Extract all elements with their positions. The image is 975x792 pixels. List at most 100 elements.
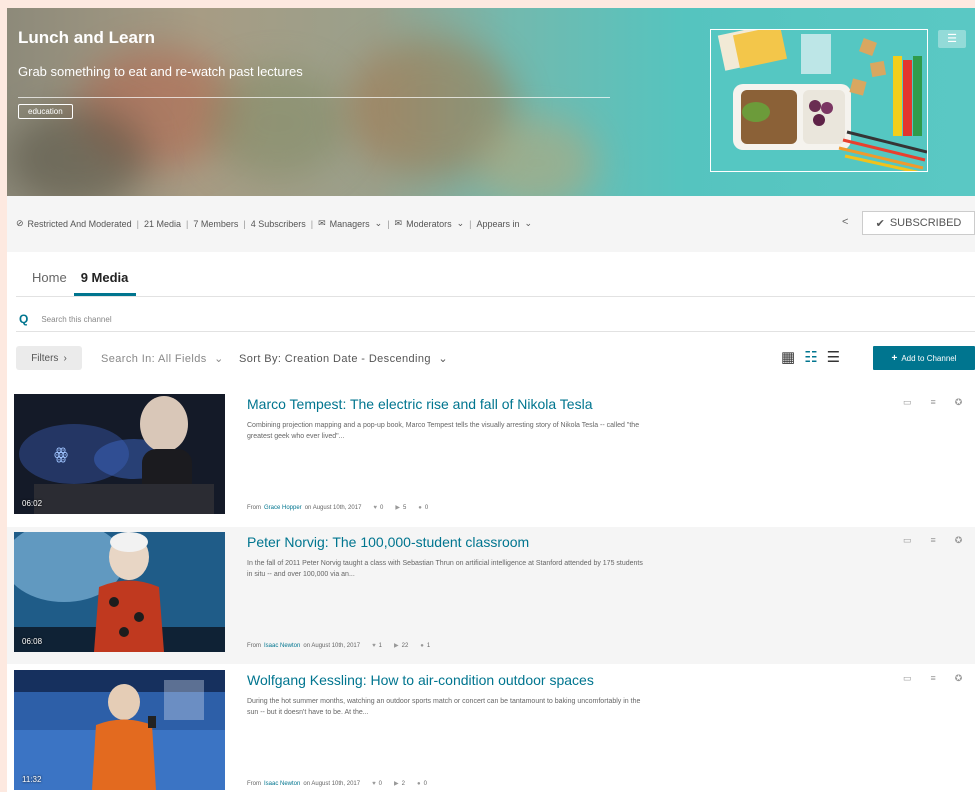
playlist-icon[interactable]: ≡ xyxy=(931,535,936,546)
comment-icon: ● xyxy=(420,642,424,649)
chevron-right-icon: › xyxy=(63,352,67,364)
entry-thumbnail[interactable]: 06:08 xyxy=(14,532,225,652)
from-label: From xyxy=(247,642,261,649)
search-in-label: Search In: All Fields xyxy=(101,353,207,365)
entry-description: Combining projection mapping and a pop-u… xyxy=(247,422,640,440)
grid-view-icon[interactable]: ▦ xyxy=(781,349,795,367)
remove-icon[interactable]: ✪ xyxy=(955,397,963,408)
add-to-channel-label: Add to Channel xyxy=(901,353,957,363)
entry-date: on August 10th, 2017 xyxy=(303,780,361,787)
plays-count: 22 xyxy=(401,642,409,649)
duration-badge: 11:32 xyxy=(22,775,42,784)
subscribe-label: SUBSCRIBED xyxy=(889,217,962,229)
image-icon[interactable]: ▭ xyxy=(903,397,912,408)
heart-icon: ♥ xyxy=(372,780,376,787)
image-icon[interactable]: ▭ xyxy=(903,673,912,684)
duration-badge: 06:02 xyxy=(22,499,43,508)
author-link[interactable]: Isaac Newton xyxy=(264,643,300,649)
comment-icon: ● xyxy=(416,780,421,787)
author-link[interactable]: Grace Hopper xyxy=(264,505,302,511)
separator: | xyxy=(387,218,390,229)
image-icon[interactable]: ▭ xyxy=(903,535,912,546)
entry-meta: From Isaac Newton on August 10th, 2017 ♥… xyxy=(247,780,427,788)
appears-in-dropdown[interactable]: Appears in xyxy=(477,219,520,229)
sort-by-dropdown[interactable]: Sort By: Creation Date - Descending ⌄ xyxy=(239,352,448,365)
playlist-icon[interactable]: ≡ xyxy=(931,397,936,408)
media-toolbar: Filters › Search In: All Fields ⌄ Sort B… xyxy=(16,346,975,372)
author-link[interactable]: Isaac Newton xyxy=(264,781,300,787)
detailed-list-icon[interactable]: ☷ xyxy=(804,349,817,367)
tab-media[interactable]: 9 Media xyxy=(81,270,129,285)
heart-icon: ♥ xyxy=(373,504,377,511)
channel-search[interactable]: Q Search this channel xyxy=(16,307,975,332)
check-icon: ✔ xyxy=(875,217,885,230)
comments-count: 0 xyxy=(424,504,429,511)
view-mode-switcher: ▦ ☷ ☰ xyxy=(781,349,840,367)
likes-count: 0 xyxy=(378,780,382,787)
add-to-channel-button[interactable]: + Add to Channel xyxy=(873,346,975,370)
media-entry: 11:32 Wolfgang Kessling: How to air-cond… xyxy=(7,665,975,792)
media-count: 21 Media xyxy=(143,218,181,229)
remove-icon[interactable]: ✪ xyxy=(955,535,963,546)
share-icon[interactable]: < xyxy=(842,216,848,228)
filters-label: Filters xyxy=(31,352,59,364)
entry-title[interactable]: Wolfgang Kessling: How to air-condition … xyxy=(247,672,594,688)
entry-meta: From Grace Hopper on August 10th, 2017 ♥… xyxy=(247,504,429,512)
entry-actions: ▭ ≡ ✪ xyxy=(903,397,962,408)
tab-home[interactable]: Home xyxy=(32,270,67,285)
channel-info-bar: ⊘ Restricted And Moderated | 21 Media | … xyxy=(7,196,975,252)
list-view-icon[interactable]: ☰ xyxy=(827,349,840,367)
remove-icon[interactable]: ✪ xyxy=(955,673,963,684)
members-count[interactable]: 7 Members xyxy=(193,219,238,229)
moderators-dropdown[interactable]: Moderators xyxy=(406,219,452,229)
entry-title[interactable]: Peter Norvig: The 100,000-student classr… xyxy=(247,534,529,550)
separator: | xyxy=(310,218,314,229)
channel-banner: Lunch and Learn Grab something to eat an… xyxy=(7,8,975,196)
entry-thumbnail[interactable]: ꙮ 06:02 xyxy=(14,394,225,514)
chevron-down-icon: ⌄ xyxy=(438,353,449,365)
entry-date: on August 10th, 2017 xyxy=(304,504,362,511)
likes-count: 1 xyxy=(378,642,382,649)
comment-icon: ● xyxy=(418,504,422,511)
plays-count: 5 xyxy=(402,504,407,511)
tabs-divider xyxy=(16,296,975,297)
search-input[interactable]: Search this channel xyxy=(41,315,111,324)
playlist-icon[interactable]: ≡ xyxy=(931,673,936,684)
restricted-label: Restricted And Moderated xyxy=(27,218,132,229)
chevron-down-icon: ⌄ xyxy=(214,353,224,365)
comments-count: 1 xyxy=(426,642,431,649)
channel-subtitle: Grab something to eat and re-watch past … xyxy=(18,64,303,79)
banner-menu-button[interactable]: ☰ xyxy=(938,30,966,48)
separator: | xyxy=(243,218,246,229)
play-icon: ▶ xyxy=(393,781,399,787)
channel-tag[interactable]: education xyxy=(18,104,73,119)
entry-date: on August 10th, 2017 xyxy=(303,642,361,649)
filters-button[interactable]: Filters › xyxy=(16,346,82,370)
media-entry: ꙮ 06:02 Marco Tempest: The electric rise… xyxy=(7,389,975,526)
duration-badge: 06:08 xyxy=(22,637,43,646)
heart-icon: ♥ xyxy=(372,642,376,649)
separator: | xyxy=(136,218,139,229)
channel-title: Lunch and Learn xyxy=(18,28,155,47)
sort-by-label: Sort By: Creation Date - Descending xyxy=(239,353,431,365)
list-icon: ☰ xyxy=(947,33,957,45)
managers-dropdown[interactable]: Managers xyxy=(330,219,370,229)
envelope-icon: ✉ xyxy=(394,218,403,228)
entry-thumbnail[interactable]: 11:32 xyxy=(14,670,225,790)
banner-divider xyxy=(18,97,610,98)
subscribe-button[interactable]: ✔ SUBSCRIBED xyxy=(862,211,975,235)
banner-blur xyxy=(207,68,347,178)
subscribers-count: 4 Subscribers xyxy=(250,218,306,229)
plus-icon: + xyxy=(891,352,898,364)
chevron-down-icon: ⌄ xyxy=(456,218,465,228)
comments-count: 0 xyxy=(423,780,427,787)
from-label: From xyxy=(247,780,261,787)
from-label: From xyxy=(247,504,261,511)
search-in-dropdown[interactable]: Search In: All Fields ⌄ xyxy=(101,352,224,365)
entry-actions: ▭ ≡ ✪ xyxy=(903,673,962,684)
separator: | xyxy=(469,218,472,229)
entry-title[interactable]: Marco Tempest: The electric rise and fal… xyxy=(247,396,593,412)
chevron-down-icon: ⌄ xyxy=(524,218,533,228)
entry-actions: ▭ ≡ ✪ xyxy=(903,535,962,546)
likes-count: 0 xyxy=(379,504,384,511)
